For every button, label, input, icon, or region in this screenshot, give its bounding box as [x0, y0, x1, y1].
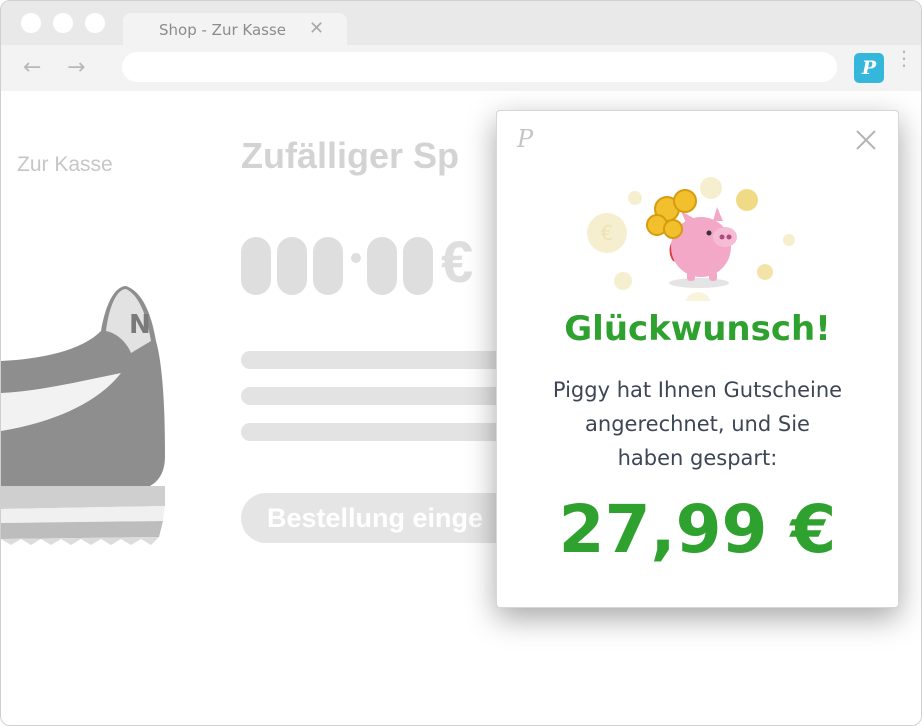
price-digit-placeholder: [367, 237, 397, 295]
forward-arrow-icon[interactable]: →: [67, 55, 85, 80]
window-close-dot[interactable]: [21, 13, 41, 33]
close-icon[interactable]: [855, 129, 877, 151]
place-order-label: Bestellung einge: [267, 503, 484, 533]
coin-icon: [736, 189, 758, 211]
coin-icon: [700, 177, 722, 199]
piggy-extension-button[interactable]: P: [854, 53, 884, 83]
coin-symbol: €: [601, 221, 614, 245]
message-line: haben gespart:: [617, 446, 778, 470]
coin-icon: [673, 189, 697, 213]
back-arrow-icon[interactable]: ←: [23, 55, 41, 80]
price-digit-placeholder: [313, 237, 343, 295]
price-currency: €: [441, 230, 474, 295]
tab-close-icon[interactable]: ✕: [309, 18, 324, 39]
piggy-coins-illustration: €: [587, 177, 795, 301]
message-line: Piggy hat Ihnen Gutscheine: [552, 378, 843, 402]
price-digit-placeholder: [403, 237, 433, 295]
browser-menu-icon[interactable]: ⋮: [894, 48, 914, 68]
savings-message: Piggy hat Ihnen Gutscheine angerechnet, …: [527, 373, 868, 475]
savings-amount: 27,99 €: [558, 491, 837, 568]
message-line: angerechnet, und Sie: [585, 412, 810, 436]
browser-window: Shop - Zur Kasse ✕ ← → P ⋮ Zur Kasse Zuf…: [0, 0, 922, 726]
window-minimize-dot[interactable]: [53, 13, 73, 33]
piggy-logo-icon: P: [861, 57, 877, 79]
piggy-logo-icon: P: [517, 125, 534, 153]
coin-icon: [628, 191, 642, 205]
coin-icon: [783, 234, 795, 246]
price-decimal-dot: [351, 253, 361, 263]
browser-tab[interactable]: Shop - Zur Kasse ✕: [123, 13, 347, 47]
piggy-savings-popup: P € Glückwunsch! Piggy hat Ihnen Gutsche…: [496, 110, 899, 608]
svg-text:N: N: [129, 310, 151, 340]
product-title: Zufälliger Sp: [241, 135, 460, 176]
price-digit-placeholder: [241, 237, 271, 295]
address-bar[interactable]: [122, 52, 837, 82]
breadcrumb[interactable]: Zur Kasse: [17, 153, 113, 177]
congrats-heading: Glückwunsch!: [564, 309, 831, 349]
window-maximize-dot[interactable]: [85, 13, 105, 33]
title-bar: Shop - Zur Kasse ✕: [1, 1, 921, 47]
price-digit-placeholder: [277, 237, 307, 295]
tab-title: Shop - Zur Kasse: [159, 21, 287, 39]
browser-toolbar: ← → P ⋮: [1, 45, 921, 91]
coin-icon: [685, 292, 711, 301]
coin-icon: [663, 219, 683, 239]
coin-icon: [757, 264, 773, 280]
sneaker-image: N: [1, 286, 165, 545]
coin-icon: [614, 272, 632, 290]
